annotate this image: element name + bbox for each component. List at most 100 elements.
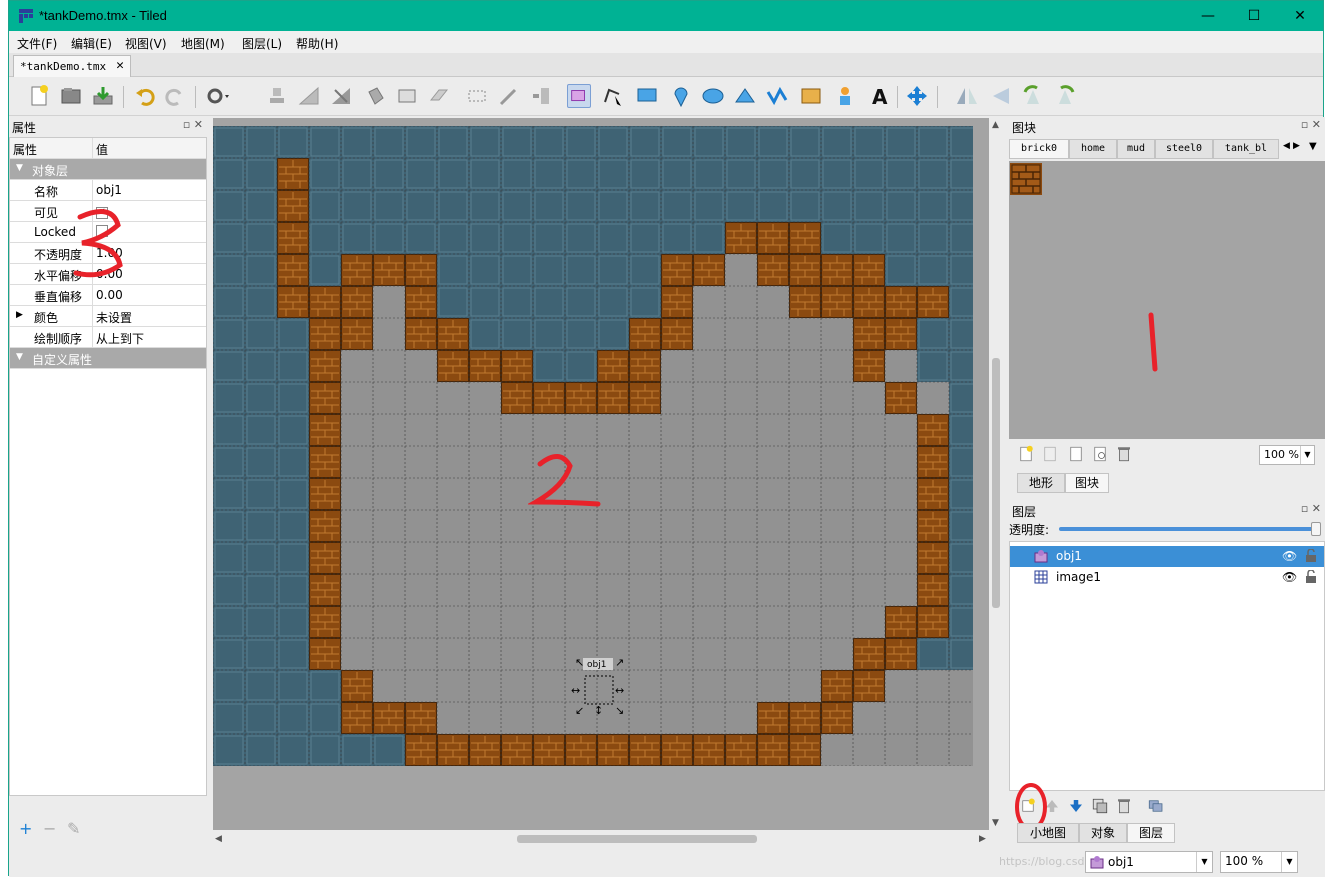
edit-polygons-icon[interactable] bbox=[601, 84, 625, 108]
resize-handle-icon[interactable]: ↕ bbox=[594, 704, 603, 717]
flip-horizontal-icon[interactable] bbox=[955, 84, 979, 108]
tab-menu-icon[interactable]: ▼ bbox=[1309, 141, 1317, 152]
magic-wand-icon[interactable] bbox=[497, 84, 521, 108]
menu-file[interactable]: 文件(F) bbox=[17, 35, 57, 52]
tab-objects[interactable]: 对象 bbox=[1079, 823, 1127, 843]
remove-tileset-icon[interactable] bbox=[1115, 445, 1133, 463]
menu-edit[interactable]: 编辑(E) bbox=[71, 35, 112, 52]
insert-point-icon[interactable] bbox=[669, 84, 693, 108]
tileset-tab-mud[interactable]: mud bbox=[1117, 139, 1155, 159]
rotate-left-icon[interactable] bbox=[1021, 84, 1045, 108]
chevron-down-icon[interactable]: ▼ bbox=[1281, 852, 1297, 872]
rename-property-icon[interactable]: ✎ bbox=[67, 819, 80, 838]
import-tileset-icon[interactable] bbox=[1041, 445, 1059, 463]
resize-handle-icon[interactable]: ↔ bbox=[571, 684, 580, 697]
vertical-scroll-thumb[interactable] bbox=[992, 358, 1000, 608]
insert-template-icon[interactable] bbox=[833, 84, 857, 108]
tab-scroll-left-icon[interactable]: ◀ bbox=[1283, 141, 1290, 151]
menu-help[interactable]: 帮助(H) bbox=[296, 35, 338, 52]
opacity-slider-handle[interactable] bbox=[1311, 522, 1321, 536]
menu-layer[interactable]: 图层(L) bbox=[242, 35, 282, 52]
remove-property-icon[interactable]: − bbox=[43, 819, 56, 838]
layer-via-copy-icon[interactable] bbox=[1147, 797, 1165, 815]
new-map-icon[interactable] bbox=[27, 84, 51, 108]
insert-polyline-icon[interactable] bbox=[765, 84, 789, 108]
tileset-tab-tank[interactable]: tank_bl bbox=[1213, 139, 1279, 159]
stamp-brush-icon[interactable] bbox=[265, 84, 289, 108]
rotate-right-icon[interactable] bbox=[1053, 84, 1077, 108]
move-icon[interactable] bbox=[905, 84, 929, 108]
close-button[interactable]: ✕ bbox=[1277, 1, 1323, 31]
map-canvas[interactable]: obj1↖ ↗ ↙ ↘ ↔ ↔ ↕ bbox=[213, 126, 973, 766]
insert-tile-icon[interactable] bbox=[799, 84, 823, 108]
expand-arrow-icon[interactable]: ▶ bbox=[16, 310, 23, 320]
scroll-right-icon[interactable]: ▶ bbox=[979, 834, 986, 844]
tab-layers[interactable]: 图层 bbox=[1127, 823, 1175, 843]
opacity-slider[interactable] bbox=[1059, 527, 1317, 531]
resize-handle-icon[interactable]: ↙ bbox=[575, 704, 584, 717]
move-layer-down-icon[interactable] bbox=[1067, 797, 1085, 815]
property-row-name[interactable]: 名称 obj1 bbox=[10, 180, 206, 201]
flip-vertical-icon[interactable] bbox=[989, 84, 1013, 108]
resize-handle-icon[interactable]: ↖ bbox=[575, 656, 584, 669]
terrain-brush-icon[interactable] bbox=[297, 84, 321, 108]
lock-icon[interactable] bbox=[1305, 549, 1317, 562]
menu-map[interactable]: 地图(M) bbox=[181, 35, 225, 52]
tileset-tab-steel0[interactable]: steel0 bbox=[1155, 139, 1213, 159]
property-row-offset-y[interactable]: 垂直偏移 0.00 bbox=[10, 285, 206, 306]
new-tileset-icon[interactable] bbox=[1017, 445, 1035, 463]
property-row-color[interactable]: ▶ 颜色 未设置 bbox=[10, 306, 206, 327]
collapse-arrow-icon[interactable]: ▼ bbox=[16, 163, 23, 173]
insert-ellipse-icon[interactable] bbox=[701, 84, 725, 108]
horizontal-scroll-thumb[interactable] bbox=[517, 835, 757, 843]
tileset-tab-home[interactable]: home bbox=[1069, 139, 1117, 159]
panel-float-close-icon[interactable]: ▫ ✕ bbox=[1301, 502, 1321, 515]
layer-row-image1[interactable]: image1 👁 bbox=[1010, 567, 1324, 588]
menu-view[interactable]: 视图(V) bbox=[125, 35, 167, 52]
tileset-zoom-select[interactable]: 100 % ▼ bbox=[1259, 445, 1315, 465]
group-object-layer[interactable]: ▼ 对象层 bbox=[10, 159, 206, 180]
save-icon[interactable] bbox=[91, 84, 115, 108]
export-tileset-icon[interactable] bbox=[1067, 445, 1085, 463]
rect-fill-icon[interactable] bbox=[395, 84, 419, 108]
add-property-icon[interactable]: + bbox=[19, 819, 32, 838]
panel-float-close-icon[interactable]: ▫ ✕ bbox=[183, 118, 203, 131]
select-objects-icon[interactable] bbox=[567, 84, 591, 108]
fill-icon[interactable] bbox=[363, 84, 387, 108]
undo-icon[interactable] bbox=[133, 84, 157, 108]
chevron-down-icon[interactable]: ▼ bbox=[1300, 446, 1314, 464]
edit-tileset-icon[interactable] bbox=[1091, 445, 1109, 463]
group-custom-properties[interactable]: ▼ 自定义属性 bbox=[10, 348, 206, 369]
commands-icon[interactable] bbox=[205, 84, 229, 108]
visibility-eye-icon[interactable]: 👁 bbox=[1282, 570, 1297, 584]
resize-handle-icon[interactable]: ↗ bbox=[615, 656, 624, 669]
tileset-tab-brick0[interactable]: brick0 bbox=[1009, 139, 1069, 159]
tab-minimap[interactable]: 小地图 bbox=[1017, 823, 1079, 843]
tileset-view[interactable] bbox=[1009, 161, 1325, 439]
eraser-icon[interactable] bbox=[427, 84, 451, 108]
scroll-up-icon[interactable]: ▲ bbox=[992, 120, 999, 130]
scroll-down-icon[interactable]: ▼ bbox=[992, 818, 999, 828]
layer-row-obj1[interactable]: obj1 👁 bbox=[1010, 546, 1324, 567]
tab-scroll-right-icon[interactable]: ▶ bbox=[1293, 141, 1300, 151]
close-tab-icon[interactable]: ✕ bbox=[116, 58, 124, 73]
map-vertical-scrollbar[interactable]: ▲ ▼ bbox=[989, 118, 1003, 830]
current-layer-select[interactable]: obj1 ▼ bbox=[1085, 851, 1213, 873]
resize-handle-icon[interactable]: ↘ bbox=[615, 704, 624, 717]
scroll-left-icon[interactable]: ◀ bbox=[215, 834, 222, 844]
resize-handle-icon[interactable]: ↔ bbox=[615, 684, 624, 697]
select-same-tile-icon[interactable] bbox=[529, 84, 553, 108]
remove-layer-icon[interactable] bbox=[1115, 797, 1133, 815]
maximize-button[interactable]: ☐ bbox=[1231, 1, 1277, 31]
map-horizontal-scrollbar[interactable]: ◀ ▶ bbox=[213, 831, 991, 847]
minimize-button[interactable]: — bbox=[1185, 1, 1231, 31]
document-tab[interactable]: *tankDemo.tmx ✕ bbox=[13, 55, 131, 77]
insert-text-icon[interactable]: A bbox=[867, 84, 891, 108]
map-zoom-select[interactable]: 100 % ▼ bbox=[1220, 851, 1298, 873]
insert-rectangle-icon[interactable] bbox=[635, 84, 659, 108]
tab-terrain[interactable]: 地形 bbox=[1017, 473, 1065, 493]
duplicate-layer-icon[interactable] bbox=[1091, 797, 1109, 815]
chevron-down-icon[interactable]: ▼ bbox=[1196, 852, 1212, 872]
insert-polygon-icon[interactable] bbox=[733, 84, 757, 108]
lock-icon[interactable] bbox=[1305, 570, 1317, 583]
